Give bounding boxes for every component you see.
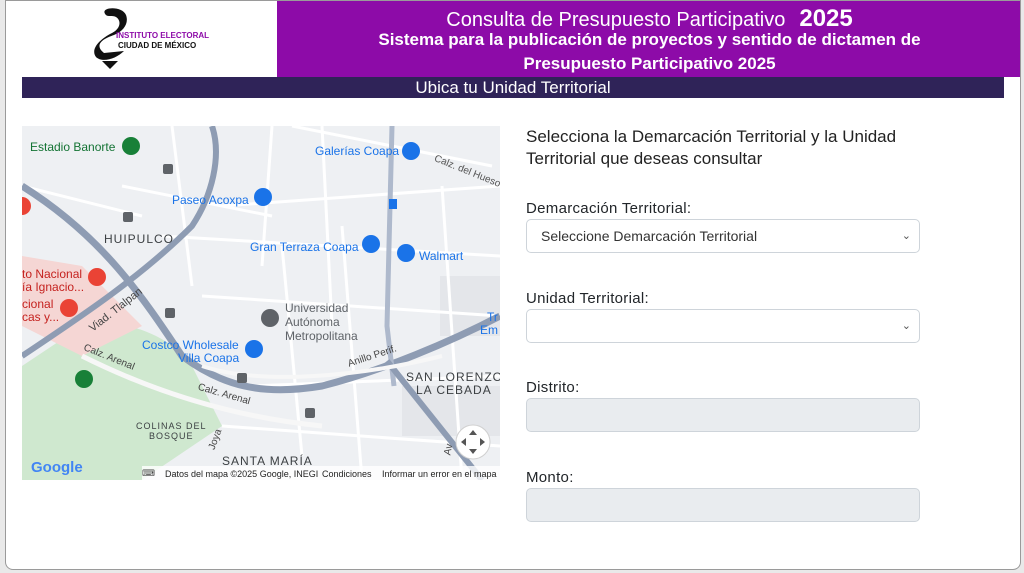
map-label-santa-maria: SANTA MARÍA	[222, 454, 313, 468]
demarcacion-select-value: Seleccione Demarcación Territorial	[541, 228, 758, 244]
map-label-san-lorenzo-2: LA CEBADA	[416, 383, 492, 397]
header: INSTITUTO ELECTORAL CIUDAD DE MÉXICO Con…	[6, 1, 1020, 77]
map-label-universidad-3[interactable]: Metropolitana	[285, 329, 358, 343]
map-footer-terms[interactable]: Condiciones	[322, 469, 372, 479]
map-label-gran-terraza[interactable]: Gran Terraza Coapa	[250, 240, 359, 254]
map-label-universidad-1[interactable]: Universidad	[285, 301, 348, 315]
section-title: Ubica tu Unidad Territorial	[22, 77, 1004, 98]
title-text: Consulta de Presupuesto Participativo	[446, 9, 786, 31]
map-label-universidad-2[interactable]: Autónoma	[285, 315, 340, 329]
page-frame: INSTITUTO ELECTORAL CIUDAD DE MÉXICO Con…	[5, 0, 1021, 570]
unidad-label: Unidad Territorial:	[526, 290, 649, 307]
map-footer-data: Datos del mapa ©2025 Google, INEGI	[165, 469, 319, 479]
distrito-label: Distrito:	[526, 379, 580, 396]
iecm-logo: INSTITUTO ELECTORAL CIUDAD DE MÉXICO	[6, 1, 277, 77]
map-label-paseo[interactable]: Paseo Acoxpa	[172, 193, 249, 207]
map-label-nacional-2[interactable]: ía Ignacio...	[22, 280, 84, 294]
form-intro: Selecciona la Demarcación Territorial y …	[526, 127, 897, 168]
subtitle-line-1: Sistema para la publicación de proyectos…	[378, 30, 921, 49]
map-label-walmart[interactable]: Walmart	[419, 249, 463, 263]
map-label-em[interactable]: Em	[480, 323, 498, 337]
subtitle-line-2: Presupuesto Participativo 2025	[523, 54, 776, 73]
keyboard-icon[interactable]: ⌨	[142, 468, 155, 479]
map-label-san-lorenzo-1: SAN LORENZO	[406, 370, 500, 384]
map-label-colinas-1: COLINAS DEL	[136, 421, 207, 431]
chevron-down-icon: ⌄	[901, 320, 911, 332]
logo-text-1: INSTITUTO ELECTORAL	[116, 31, 210, 40]
title-year: 2025	[799, 5, 853, 32]
map-footer-report[interactable]: Informar un error en el mapa	[382, 469, 497, 479]
map-view[interactable]: Estadio Banorte Galerías Coapa Calz. del…	[22, 126, 500, 480]
monto-field	[526, 488, 920, 522]
map-label-nacional-3[interactable]: cional	[22, 297, 53, 311]
map-label-tr[interactable]: Tr	[487, 310, 498, 324]
map-label-nacional-1[interactable]: to Nacional	[22, 267, 82, 281]
map-label-galerias[interactable]: Galerías Coapa	[315, 144, 399, 158]
map-label-costco-1[interactable]: Costco Wholesale	[142, 338, 239, 352]
map-label-estadio[interactable]: Estadio Banorte	[30, 140, 115, 154]
map-label-huipulco: HUIPULCO	[104, 232, 175, 246]
distrito-field	[526, 398, 920, 432]
map-label-costco-2[interactable]: Villa Coapa	[178, 351, 239, 365]
unidad-select[interactable]: ⌄	[526, 309, 920, 343]
map-label-av: Av	[442, 442, 456, 457]
google-logo[interactable]: Google	[31, 459, 83, 476]
map-label-colinas-2: BOSQUE	[149, 431, 194, 441]
monto-label: Monto:	[526, 469, 574, 486]
chevron-down-icon: ⌄	[901, 230, 911, 242]
logo-text-2: CIUDAD DE MÉXICO	[118, 41, 197, 50]
map-label-nacional-4[interactable]: cas y...	[22, 310, 59, 324]
header-banner: Consulta de Presupuesto Participativo 202…	[277, 1, 1020, 77]
demarcacion-label: Demarcación Territorial:	[526, 200, 692, 217]
page-title: Consulta de Presupuesto Participativo 202…	[277, 5, 1020, 32]
demarcacion-select[interactable]: Seleccione Demarcación Territorial ⌄	[526, 219, 920, 253]
